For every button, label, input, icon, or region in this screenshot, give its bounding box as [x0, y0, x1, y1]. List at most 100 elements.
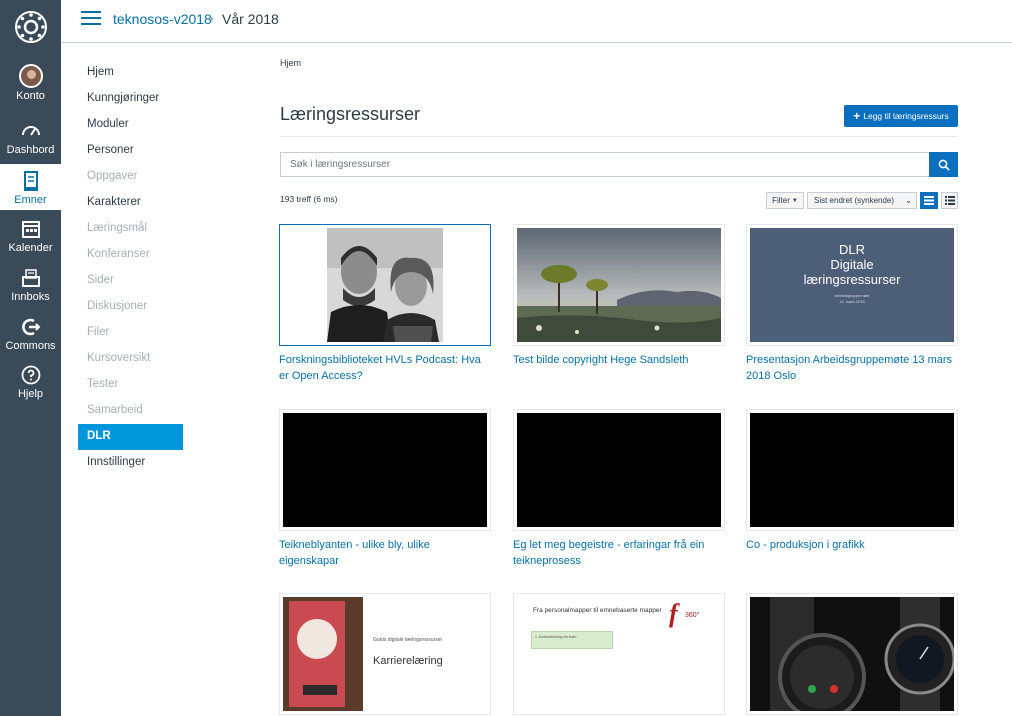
breadcrumb-separator: ›	[209, 10, 214, 26]
calendar-icon	[21, 221, 40, 238]
nav-courses-label: Emner	[14, 194, 47, 206]
breadcrumb-course-link[interactable]: teknosos-v2018	[113, 11, 212, 27]
course-nav-laeringsmal[interactable]: Læringsmål	[78, 216, 183, 242]
resource-thumbnail	[279, 224, 491, 346]
slide-personalmapper: Fra personalmapper til emnebaserte mappe…	[517, 597, 721, 711]
resource-card[interactable]: Co - produksjon i grafikk	[746, 409, 958, 553]
caret-down-icon: ▼	[791, 197, 798, 204]
resource-thumbnail	[746, 593, 958, 715]
inbox-icon	[21, 269, 40, 287]
resource-thumbnail: DLR Digitale læringsressurser arbeidsgru…	[746, 224, 958, 346]
nav-calendar-label: Kalender	[8, 242, 53, 254]
help-icon	[21, 365, 40, 385]
nav-inbox-label: Innboks	[11, 291, 50, 303]
grid-view-button[interactable]	[920, 192, 938, 209]
course-nav-sider[interactable]: Sider	[78, 268, 183, 294]
slide-dlr: DLR Digitale læringsressurser arbeidsgru…	[750, 228, 954, 342]
video-thumbnail	[517, 413, 721, 527]
resource-title-link[interactable]: Presentasjon Arbeidsgruppemøte 13 mars 2…	[746, 352, 958, 384]
course-nav-karakterer[interactable]: Karakterer	[78, 190, 183, 216]
account-avatar	[18, 64, 43, 88]
sort-select[interactable]: Sist endret (synkende) ⌄	[807, 192, 917, 209]
nav-account[interactable]: Konto	[0, 64, 61, 108]
filter-button[interactable]: Filter ▼	[766, 192, 804, 209]
slide-line-3: læringsressurser	[803, 272, 901, 287]
canvas-logo-icon[interactable]	[14, 10, 48, 44]
nav-commons[interactable]: Commons	[0, 316, 61, 356]
course-nav-kursoversikt[interactable]: Kursoversikt	[78, 346, 183, 372]
nav-calendar[interactable]: Kalender	[0, 218, 61, 258]
plus-icon: +	[853, 109, 861, 123]
add-resource-button[interactable]: + Legg til læringsressurs	[844, 105, 958, 127]
slide-karrierelaering: Gratis digitale læringsressurser Karrier…	[283, 597, 487, 711]
list-view-button[interactable]	[941, 192, 958, 209]
dashboard-icon	[21, 126, 40, 136]
resource-title-link[interactable]: Teikneblyanten - ulike bly, ulike eigens…	[279, 537, 491, 569]
photo-landscape-trees	[517, 228, 721, 342]
top-header: teknosos-v2018 › Vår 2018	[61, 0, 1012, 43]
resource-card[interactable]	[746, 593, 958, 715]
slide-title: Karrierelæring	[373, 655, 443, 667]
nav-dashboard[interactable]: Dashbord	[0, 120, 61, 160]
photo-two-people	[283, 228, 487, 342]
resource-card[interactable]: Test bilde copyright Hege Sandsleth	[513, 224, 725, 368]
course-nav-filer[interactable]: Filer	[78, 320, 183, 346]
nav-dashboard-label: Dashbord	[6, 144, 55, 156]
page-title: Læringsressurser	[280, 104, 421, 124]
course-nav-konferanser[interactable]: Konferanser	[78, 242, 183, 268]
course-nav-personer[interactable]: Personer	[78, 138, 183, 164]
resource-thumbnail	[513, 409, 725, 531]
course-nav-diskusjoner[interactable]: Diskusjoner	[78, 294, 183, 320]
add-resource-label: Legg til læringsressurs	[863, 111, 949, 121]
resource-card[interactable]: Gratis digitale læringsressurser Karrier…	[279, 593, 491, 715]
resource-title-link[interactable]: Test bilde copyright Hege Sandsleth	[513, 352, 725, 368]
list-view-icon	[944, 196, 955, 205]
search-input[interactable]	[280, 152, 929, 177]
courses-icon	[23, 171, 38, 191]
nav-inbox[interactable]: Innboks	[0, 267, 61, 307]
slide-small-1: arbeidsgruppemøte	[834, 293, 870, 298]
filter-label: Filter	[772, 196, 790, 205]
resource-card[interactable]: Forskningsbiblioteket HVLs Podcast: Hva …	[279, 224, 491, 384]
video-thumbnail	[750, 413, 954, 527]
course-nav-kunngjoringer[interactable]: Kunngjøringer	[78, 86, 183, 112]
nav-help[interactable]: Hjelp	[0, 364, 61, 404]
resource-thumbnail	[279, 409, 491, 531]
hamburger-menu-icon[interactable]	[81, 11, 101, 27]
photo-smartwatch	[750, 597, 954, 711]
resource-card[interactable]: Fra personalmapper til emnebaserte mappe…	[513, 593, 725, 715]
resource-thumbnail: Gratis digitale læringsressurser Karrier…	[279, 593, 491, 715]
nav-account-label: Konto	[16, 90, 45, 102]
commons-icon	[21, 318, 40, 336]
grid-view-icon	[924, 196, 934, 205]
resource-title-link[interactable]: Co - produksjon i grafikk	[746, 537, 958, 553]
course-nav-tester[interactable]: Tester	[78, 372, 183, 398]
page-breadcrumb[interactable]: Hjem	[280, 58, 301, 68]
course-nav-hjem[interactable]: Hjem	[78, 60, 183, 86]
slide-box: 1. Endrearbeiding fra team	[531, 631, 613, 649]
chevron-down-icon: ⌄	[905, 196, 912, 205]
resource-thumbnail	[513, 224, 725, 346]
course-nav-dlr[interactable]: DLR	[78, 424, 183, 450]
resource-thumbnail	[746, 409, 958, 531]
course-nav-samarbeid[interactable]: Samarbeid	[78, 398, 183, 424]
resource-card[interactable]: Eg let meg begeistre - erfaringar frå ei…	[513, 409, 725, 569]
sort-select-value: Sist endret (synkende)	[814, 196, 895, 205]
nav-help-label: Hjelp	[17, 388, 44, 400]
course-nav-innstillinger[interactable]: Innstillinger	[78, 450, 183, 476]
slide-small-2: 13. mars 2018	[839, 299, 865, 304]
nav-commons-label: Commons	[5, 340, 56, 352]
course-nav-moduler[interactable]: Moduler	[78, 112, 183, 138]
breadcrumb-term: Vår 2018	[222, 11, 279, 27]
resource-card[interactable]: Teikneblyanten - ulike bly, ulike eigens…	[279, 409, 491, 569]
resource-title-link[interactable]: Eg let meg begeistre - erfaringar frå ei…	[513, 537, 725, 569]
results-count: 193 treff (6 ms)	[280, 194, 338, 204]
search-button[interactable]	[929, 152, 958, 177]
video-thumbnail	[283, 413, 487, 527]
course-nav-oppgaver[interactable]: Oppgaver	[78, 164, 183, 190]
resource-title-link[interactable]: Forskningsbiblioteket HVLs Podcast: Hva …	[279, 352, 491, 384]
global-nav: Konto Dashbord Emner Kalender Innboks Co…	[0, 0, 61, 716]
resource-card[interactable]: DLR Digitale læringsressurser arbeidsgru…	[746, 224, 958, 384]
slide-title: Fra personalmapper til emnebaserte mappe…	[533, 607, 662, 614]
nav-courses[interactable]: Emner	[0, 164, 61, 210]
